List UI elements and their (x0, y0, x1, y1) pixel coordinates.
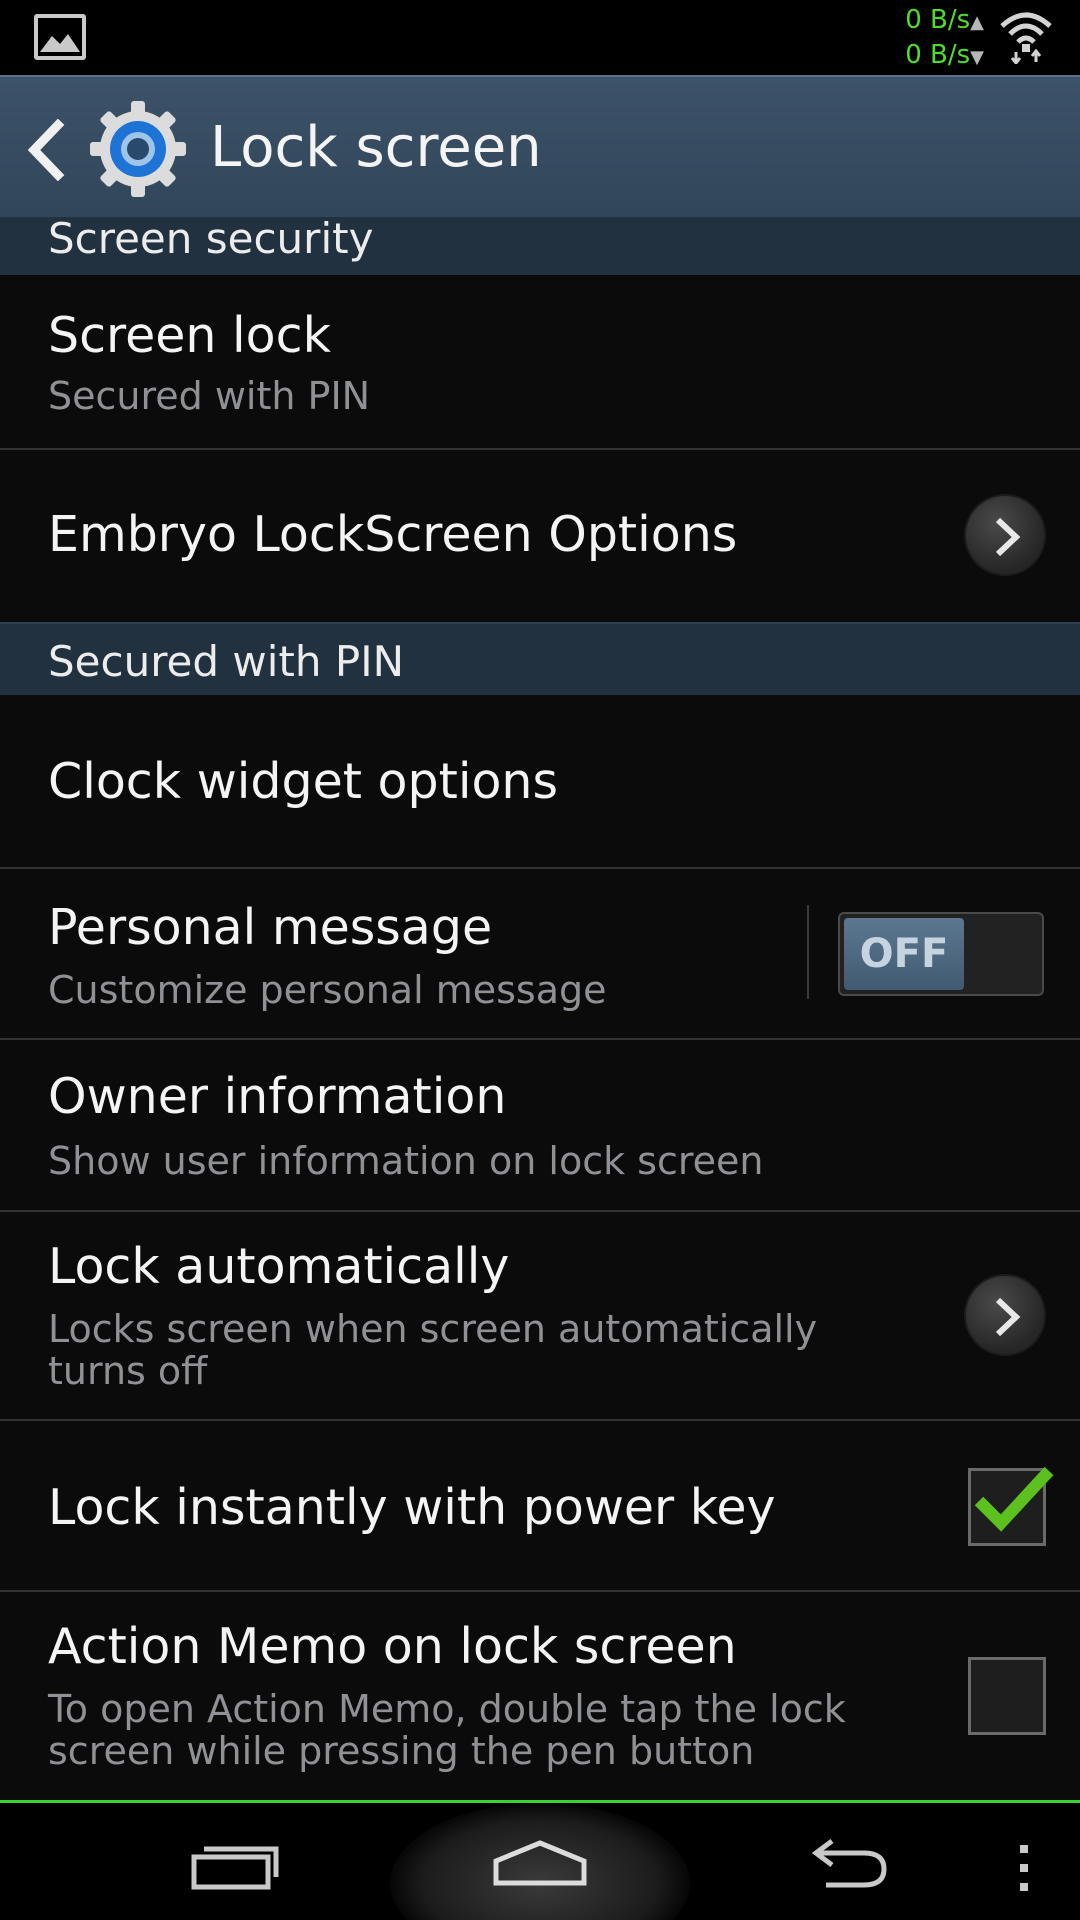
section-header-secured-with-pin: Secured with PIN (0, 622, 1080, 695)
item-title: Personal message (48, 899, 493, 956)
item-title: Clock widget options (48, 753, 559, 810)
network-speed: 0 B/s▲ 0 B/s▼ (905, 4, 984, 74)
toggle-knob-label: OFF (844, 918, 964, 990)
navigation-bar (0, 1800, 1080, 1920)
checkmark-icon (974, 1466, 1054, 1532)
section-header-screen-security: Screen security (0, 217, 1080, 275)
status-bar: 0 B/s▲ 0 B/s▼ (0, 0, 1080, 75)
item-title: Lock automatically (48, 1238, 510, 1295)
wifi-icon (1000, 12, 1052, 64)
item-title: Embryo LockScreen Options (48, 506, 738, 563)
item-subtitle: Locks screen when screen automatically t… (48, 1307, 818, 1393)
gallery-icon (34, 14, 86, 60)
chevron-right-icon[interactable] (964, 1274, 1046, 1356)
item-title: Owner information (48, 1068, 507, 1125)
settings-item-owner-information[interactable]: Owner information Show user information … (0, 1040, 1080, 1212)
item-title: Action Memo on lock screen (48, 1618, 737, 1675)
settings-item-action-memo[interactable]: Action Memo on lock screen To open Actio… (0, 1592, 1080, 1800)
menu-icon[interactable] (1016, 1843, 1032, 1893)
recent-apps-icon[interactable] (190, 1843, 280, 1891)
back-icon[interactable] (26, 119, 66, 181)
lock-screen-settings: 0 B/s▲ 0 B/s▼ Lock screen Screen securit… (0, 0, 1080, 1920)
settings-gear-icon (90, 101, 186, 197)
settings-item-screen-lock[interactable]: Screen lock Secured with PIN (0, 275, 1080, 450)
chevron-right-icon[interactable] (964, 494, 1046, 576)
home-icon[interactable] (492, 1839, 588, 1889)
item-title: Lock instantly with power key (48, 1479, 776, 1536)
download-speed: 0 B/s (905, 40, 971, 70)
power-key-checkbox[interactable] (968, 1466, 1054, 1546)
settings-item-clock-widget-options[interactable]: Clock widget options (0, 695, 1080, 869)
item-title: Screen lock (48, 307, 331, 364)
item-subtitle: Customize personal message (48, 968, 607, 1012)
settings-item-embryo-lockscreen-options[interactable]: Embryo LockScreen Options (0, 450, 1080, 622)
settings-item-lock-automatically[interactable]: Lock automatically Locks screen when scr… (0, 1212, 1080, 1421)
action-memo-checkbox[interactable] (968, 1657, 1046, 1735)
download-arrow-icon: ▼ (970, 47, 984, 68)
upload-speed: 0 B/s (905, 5, 971, 35)
item-subtitle: Secured with PIN (48, 374, 371, 418)
toggle-divider (807, 905, 809, 999)
settings-item-personal-message[interactable]: Personal message Customize personal mess… (0, 869, 1080, 1040)
item-subtitle: To open Action Memo, double tap the lock… (48, 1687, 846, 1773)
page-title: Lock screen (210, 115, 542, 180)
settings-item-lock-instantly-power-key[interactable]: Lock instantly with power key (0, 1421, 1080, 1592)
personal-message-toggle[interactable]: OFF (838, 912, 1044, 996)
back-nav-icon[interactable] (806, 1837, 890, 1893)
item-subtitle: Show user information on lock screen (48, 1139, 764, 1183)
upload-arrow-icon: ▲ (970, 12, 984, 33)
action-bar: Lock screen (0, 75, 1080, 217)
